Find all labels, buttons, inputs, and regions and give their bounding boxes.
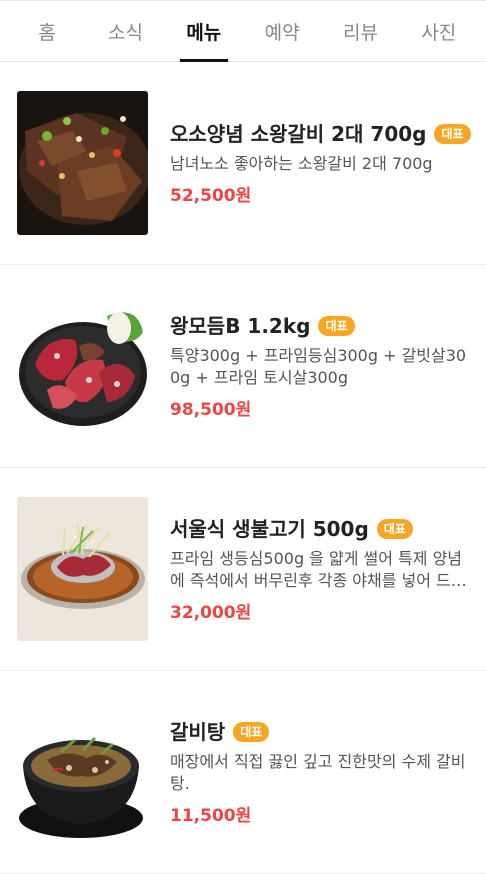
menu-item-name: 갈비탕 xyxy=(170,719,226,744)
menu-item[interactable]: 서울식 생불고기 500g 대표 프라임 생등심500g 을 얇게 썰어 특제 … xyxy=(0,468,486,671)
tab-reservation[interactable]: 예약 xyxy=(243,1,321,61)
menu-item-name: 왕모듬B 1.2kg xyxy=(170,313,311,338)
galbitang-photo xyxy=(17,700,148,844)
assorted-beef-platter-photo xyxy=(17,294,148,438)
menu-item[interactable]: 왕모듬B 1.2kg 대표 특양300g + 프라임등심300g + 갈빗살30… xyxy=(0,265,486,468)
menu-item-price: 11,500원 xyxy=(170,805,252,826)
menu-item-title-row: 갈비탕 대표 xyxy=(170,719,472,745)
menu-item-info: 왕모듬B 1.2kg 대표 특양300g + 프라임등심300g + 갈빗살30… xyxy=(170,313,472,420)
menu-item-description: 프라임 생등심500g 을 얇게 썰어 특제 양념에 즉석에서 버무린후 각종 … xyxy=(170,548,466,590)
menu-item-photo xyxy=(17,91,148,235)
menu-item-name: 서울식 생불고기 500g xyxy=(170,516,369,541)
menu-item-description: 매장에서 직접 끓인 깊고 진한맛의 수제 갈비탕. xyxy=(170,751,466,793)
tab-home[interactable]: 홈 xyxy=(8,1,86,61)
signature-badge: 대표 xyxy=(318,315,355,336)
menu-item-price: 32,000원 xyxy=(170,602,252,623)
bulgogi-photo xyxy=(17,497,148,641)
galbi-photo xyxy=(17,91,148,235)
menu-item[interactable]: 오소양념 소왕갈비 2대 700g 대표 남녀노소 좋아하는 소왕갈비 2대 7… xyxy=(0,62,486,265)
menu-item-title-row: 왕모듬B 1.2kg 대표 xyxy=(170,313,472,339)
tab-news[interactable]: 소식 xyxy=(86,1,164,61)
menu-item-price: 98,500원 xyxy=(170,399,252,420)
tab-bar: 홈 소식 메뉴 예약 리뷰 사진 xyxy=(0,0,486,62)
menu-item-title-row: 서울식 생불고기 500g 대표 xyxy=(170,516,472,542)
menu-item-description: 남녀노소 좋아하는 소왕갈비 2대 700g xyxy=(170,153,433,173)
menu-item-photo xyxy=(17,294,148,438)
signature-badge: 대표 xyxy=(376,518,413,539)
menu-item-info: 갈비탕 대표 매장에서 직접 끓인 깊고 진한맛의 수제 갈비탕. 11,500… xyxy=(170,719,472,826)
signature-badge: 대표 xyxy=(434,123,471,144)
tab-reviews[interactable]: 리뷰 xyxy=(321,1,399,61)
menu-item[interactable]: 갈비탕 대표 매장에서 직접 끓인 깊고 진한맛의 수제 갈비탕. 11,500… xyxy=(0,671,486,874)
menu-item-name: 오소양념 소왕갈비 2대 700g xyxy=(170,121,427,146)
menu-item-photo xyxy=(17,497,148,641)
tab-photos[interactable]: 사진 xyxy=(400,1,478,61)
tab-menu[interactable]: 메뉴 xyxy=(165,1,243,61)
menu-item-photo xyxy=(17,700,148,844)
menu-item-title-row: 오소양념 소왕갈비 2대 700g 대표 xyxy=(170,121,472,147)
menu-item-info: 오소양념 소왕갈비 2대 700g 대표 남녀노소 좋아하는 소왕갈비 2대 7… xyxy=(170,121,472,206)
menu-item-info: 서울식 생불고기 500g 대표 프라임 생등심500g 을 얇게 썰어 특제 … xyxy=(170,516,472,623)
menu-item-price: 52,500원 xyxy=(170,185,252,206)
menu-list: 오소양념 소왕갈비 2대 700g 대표 남녀노소 좋아하는 소왕갈비 2대 7… xyxy=(0,62,486,874)
menu-item-description: 특양300g + 프라임등심300g + 갈빗살300g + 프라임 토시살30… xyxy=(170,345,467,387)
signature-badge: 대표 xyxy=(233,721,270,742)
